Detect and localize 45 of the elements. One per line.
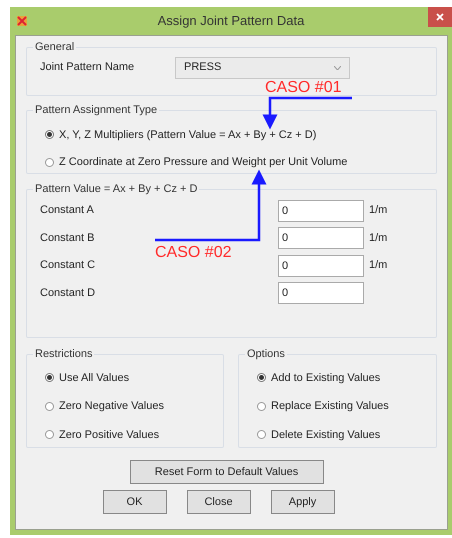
radio-button[interactable] (45, 130, 54, 140)
radio-label[interactable]: Zero Negative Values (59, 398, 164, 414)
radio-label[interactable]: Delete Existing Values (271, 426, 380, 443)
annotation-label: CASO #02 (155, 245, 232, 261)
group-title: Pattern Assignment Type (34, 103, 158, 118)
input-field[interactable]: 0 (278, 200, 364, 222)
pattern-name-dropdown[interactable]: PRESS (175, 56, 350, 78)
dropdown-caret-icon (334, 66, 341, 70)
unit-label: 1/m (369, 230, 388, 246)
field-label: Constant D (39, 286, 96, 301)
field-label: Constant B (39, 230, 96, 246)
radio-label[interactable]: Replace Existing Values (271, 398, 389, 414)
annotation-label: CASO #01 (265, 80, 342, 96)
reset-button[interactable]: Reset Form to Default Values (130, 460, 324, 484)
window-title: Assign Joint Pattern Data (156, 12, 306, 30)
radio-label[interactable]: X, Y, Z Multipliers (Pattern Value = Ax + By + Cz + D) (59, 126, 316, 143)
radio-button[interactable] (257, 373, 266, 382)
radio-button[interactable] (45, 158, 54, 167)
radio-label[interactable]: Zero Positive Values (59, 426, 160, 443)
radio-label[interactable]: Use All Values (59, 370, 130, 386)
dialog-button[interactable]: Close (186, 490, 250, 514)
group-title: Restrictions (34, 347, 94, 362)
unit-label: 1/m (369, 258, 388, 274)
input-field[interactable]: 0 (278, 254, 364, 276)
radio-button[interactable] (257, 430, 266, 440)
radio-button[interactable] (45, 402, 54, 411)
radio-button[interactable] (45, 373, 54, 382)
close-button[interactable] (428, 7, 452, 27)
field-label: Constant A (39, 203, 95, 218)
group-title: Pattern Value = Ax + By + Cz + D (34, 182, 198, 197)
radio-label[interactable]: Add to Existing Values (271, 370, 380, 386)
input-field[interactable]: 0 (278, 282, 364, 304)
close-icon (436, 13, 444, 21)
dialog-button[interactable]: Apply (270, 490, 334, 514)
radio-button[interactable] (257, 402, 266, 411)
field-label: Joint Pattern Name (39, 60, 136, 76)
dialog-button[interactable]: OK (102, 490, 166, 514)
group-title: General (34, 40, 76, 55)
input-field[interactable]: 0 (278, 227, 364, 249)
group-title: Options (246, 347, 286, 362)
radio-label[interactable]: Z Coordinate at Zero Pressure and Weight per Unit Volume (59, 154, 348, 170)
field-label: Constant C (39, 258, 96, 274)
app-icon (16, 15, 28, 27)
radio-button[interactable] (45, 430, 54, 440)
unit-label: 1/m (369, 203, 388, 218)
